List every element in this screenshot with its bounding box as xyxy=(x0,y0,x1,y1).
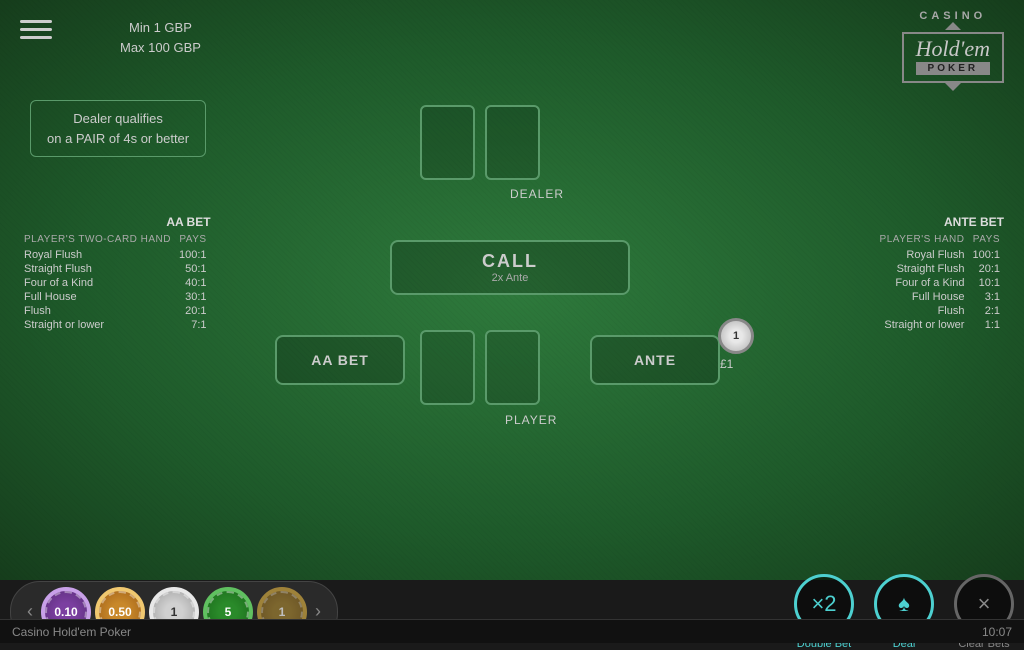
aa-row-5: Flush 20:1 xyxy=(20,304,211,318)
call-button[interactable]: CALL 2x Ante xyxy=(390,240,630,295)
aa-hand-4: Full House xyxy=(20,290,175,304)
casino-logo: CASINO Hold'em POKER xyxy=(902,10,1004,91)
aa-row-2: Straight Flush 50:1 xyxy=(20,262,211,276)
call-label: CALL xyxy=(482,251,538,272)
aa-row-1: Royal Flush 100:1 xyxy=(20,248,211,262)
aa-row-6: Straight or lower 7:1 xyxy=(20,318,211,332)
ante-row-2: Straight Flush 20:1 xyxy=(876,262,1004,276)
ante-pays-6: 1:1 xyxy=(968,318,1004,332)
diamond-top-icon xyxy=(945,22,961,30)
aa-pays-5: 20:1 xyxy=(175,304,211,318)
aa-bet-label: AA BET xyxy=(311,352,369,368)
player-card-2 xyxy=(485,330,540,405)
ante-chip-amount: £1 xyxy=(720,357,733,371)
aa-payout-title: AA BET xyxy=(20,215,211,229)
ante-row-3: Four of a Kind 10:1 xyxy=(876,276,1004,290)
aa-hand-5: Flush xyxy=(20,304,175,318)
ante-hand-header: PLAYER'S HAND xyxy=(876,233,969,248)
player-label: PLAYER xyxy=(505,413,557,427)
game-table: Min 1 GBP Max 100 GBP CASINO Hold'em POK… xyxy=(0,0,1024,580)
casino-name: CASINO xyxy=(902,10,1004,22)
ante-payout-title: ANTE BET xyxy=(876,215,1004,229)
aa-hand-6: Straight or lower xyxy=(20,318,175,332)
ante-chip: 1 xyxy=(718,318,754,354)
ante-payout-table: ANTE BET PLAYER'S HAND PAYS Royal Flush … xyxy=(876,215,1004,332)
aa-pays-header: PAYS xyxy=(175,233,211,248)
ante-pays-3: 10:1 xyxy=(968,276,1004,290)
status-time: 10:07 xyxy=(982,625,1012,639)
ante-row-1: Royal Flush 100:1 xyxy=(876,248,1004,262)
aa-pays-4: 30:1 xyxy=(175,290,211,304)
ante-label: ANTE xyxy=(634,352,676,368)
aa-hand-2: Straight Flush xyxy=(20,262,175,276)
dealer-card-2 xyxy=(485,105,540,180)
aa-hand-header: PLAYER'S TWO-CARD HAND xyxy=(20,233,175,248)
ante-hand-1: Royal Flush xyxy=(876,248,969,262)
ante-hand-3: Four of a Kind xyxy=(876,276,969,290)
aa-pays-6: 7:1 xyxy=(175,318,211,332)
game-name: Casino Hold'em Poker xyxy=(12,625,131,639)
aa-pays-3: 40:1 xyxy=(175,276,211,290)
ante-row-6: Straight or lower 1:1 xyxy=(876,318,1004,332)
bet-max: Max 100 GBP xyxy=(120,38,201,58)
menu-button[interactable] xyxy=(20,20,52,39)
aa-payout-table: AA BET PLAYER'S TWO-CARD HAND PAYS Royal… xyxy=(20,215,211,332)
aa-bet-button[interactable]: AA BET xyxy=(275,335,405,385)
aa-pays-2: 50:1 xyxy=(175,262,211,276)
holdem-box: Hold'em POKER xyxy=(902,32,1004,83)
ante-hand-5: Flush xyxy=(876,304,969,318)
ante-pays-4: 3:1 xyxy=(968,290,1004,304)
bet-limits: Min 1 GBP Max 100 GBP xyxy=(120,18,201,57)
poker-text: POKER xyxy=(916,62,990,75)
ante-row-5: Flush 2:1 xyxy=(876,304,1004,318)
ante-pays-5: 2:1 xyxy=(968,304,1004,318)
player-card-1 xyxy=(420,330,475,405)
dealer-label: DEALER xyxy=(510,187,564,201)
ante-pays-1: 100:1 xyxy=(968,248,1004,262)
ante-hand-6: Straight or lower xyxy=(876,318,969,332)
status-bar: Casino Hold'em Poker 10:07 xyxy=(0,619,1024,643)
aa-row-3: Four of a Kind 40:1 xyxy=(20,276,211,290)
aa-pays-1: 100:1 xyxy=(175,248,211,262)
bet-min: Min 1 GBP xyxy=(120,18,201,38)
ante-pays-header: PAYS xyxy=(968,233,1004,248)
ante-row-4: Full House 3:1 xyxy=(876,290,1004,304)
ante-hand-4: Full House xyxy=(876,290,969,304)
aa-hand-3: Four of a Kind xyxy=(20,276,175,290)
ante-button[interactable]: ANTE xyxy=(590,335,720,385)
aa-hand-1: Royal Flush xyxy=(20,248,175,262)
call-sublabel: 2x Ante xyxy=(492,272,529,284)
aa-row-4: Full House 30:1 xyxy=(20,290,211,304)
diamond-bottom-icon xyxy=(945,83,961,91)
dealer-qualifier: Dealer qualifies on a PAIR of 4s or bett… xyxy=(30,100,206,157)
ante-pays-2: 20:1 xyxy=(968,262,1004,276)
ante-hand-2: Straight Flush xyxy=(876,262,969,276)
holdem-text: Hold'em xyxy=(916,38,990,60)
dealer-card-1 xyxy=(420,105,475,180)
